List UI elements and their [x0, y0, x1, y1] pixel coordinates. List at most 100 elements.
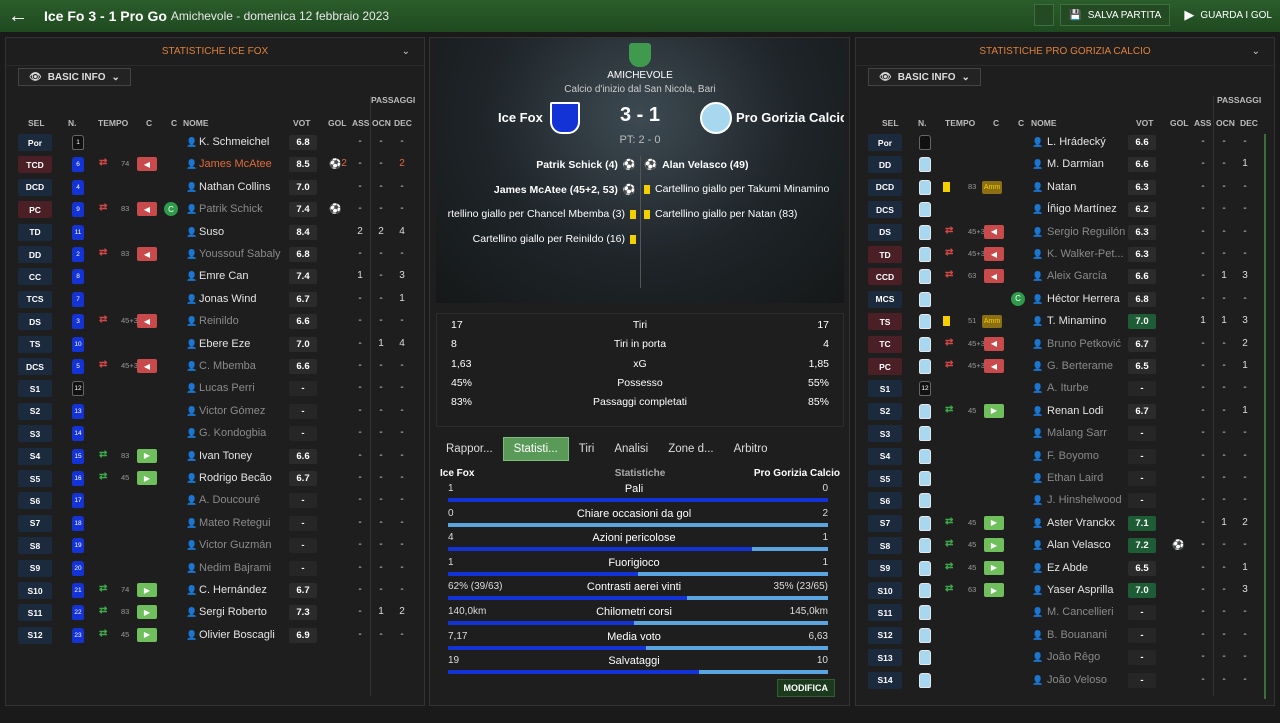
player-row[interactable]: PC 9 ⇄ 83 ◀ C 👤 Patrik Schick 7.4 ⚽ - - -: [6, 199, 424, 221]
player-row[interactable]: TS 51 Amm 👤 T. Minamino 7.0 1 1 3: [856, 311, 1274, 333]
player-row[interactable]: DS 3 ⇄ 45+3 ◀ 👤 Reinildo 6.6 - - -: [6, 311, 424, 333]
player-row[interactable]: MCS C 👤 Héctor Herrera 6.8 - - -: [856, 289, 1274, 311]
sub-out-arrow-icon[interactable]: ◀: [984, 269, 1004, 284]
player-name[interactable]: Alan Velasco: [1047, 539, 1111, 551]
player-row[interactable]: S9 ⇄ 45 ▶ 👤 Ez Abde 6.5 - - 1: [856, 558, 1274, 580]
player-row[interactable]: DCD 4 👤 Nathan Collins 7.0 - - -: [6, 177, 424, 199]
player-name[interactable]: Ebere Eze: [199, 338, 250, 350]
player-row[interactable]: S2 13 👤 Victor Gómez - - - -: [6, 401, 424, 423]
player-row[interactable]: S11 👤 M. Cancellieri - - - -: [856, 602, 1274, 624]
player-row[interactable]: S13 👤 João Rêgo - - - -: [856, 647, 1274, 669]
player-name[interactable]: João Rêgo: [1047, 651, 1100, 663]
sub-in-arrow-icon[interactable]: ▶: [137, 471, 157, 485]
col-c2[interactable]: C: [1018, 118, 1024, 128]
stats-tab[interactable]: Rappor...: [436, 437, 503, 461]
sub-out-arrow-icon[interactable]: ◀: [137, 247, 157, 261]
chevron-down-icon[interactable]: ⌄: [402, 46, 410, 57]
col-vot[interactable]: VOT: [1136, 118, 1153, 128]
chevron-down-icon[interactable]: ⌄: [1252, 46, 1260, 57]
sub-out-arrow-icon[interactable]: ◀: [137, 157, 157, 172]
player-row[interactable]: S10 ⇄ 63 ▶ 👤 Yaser Asprilla 7.0 - - 3: [856, 580, 1274, 602]
col-tempo[interactable]: TEMPO: [945, 118, 975, 128]
player-row[interactable]: DD 👤 M. Darmian 6.6 - - 1: [856, 154, 1274, 176]
sub-in-arrow-icon[interactable]: ▶: [984, 538, 1004, 553]
sub-out-arrow-icon[interactable]: ◀: [984, 359, 1004, 373]
player-row[interactable]: S8 19 👤 Victor Guzmán - - - -: [6, 535, 424, 557]
player-row[interactable]: S5 👤 Ethan Laird - - - -: [856, 468, 1274, 490]
player-row[interactable]: S2 ⇄ 45 ▶ 👤 Renan Lodi 6.7 - - 1: [856, 401, 1274, 423]
player-row[interactable]: TD ⇄ 45+3 ◀ 👤 K. Walker-Pet... 6.3 - - -: [856, 244, 1274, 266]
sub-in-arrow-icon[interactable]: ▶: [984, 560, 1004, 575]
sub-in-arrow-icon[interactable]: ▶: [984, 583, 1004, 597]
sub-in-arrow-icon[interactable]: ▶: [137, 448, 157, 463]
away-team-name[interactable]: Pro Gorizia Calcio: [736, 110, 844, 125]
player-row[interactable]: S12 23 ⇄ 45 ▶ 👤 Olivier Boscagli 6.9 - - -: [6, 625, 424, 647]
player-row[interactable]: S8 ⇄ 45 ▶ 👤 Alan Velasco 7.2 ⚽ - - -: [856, 535, 1274, 557]
col-vot[interactable]: VOT: [293, 118, 310, 128]
player-row[interactable]: S14 👤 João Veloso - - - -: [856, 670, 1274, 692]
sub-out-arrow-icon[interactable]: ◀: [984, 247, 1004, 261]
sub-in-arrow-icon[interactable]: ▶: [984, 515, 1004, 530]
player-row[interactable]: S4 👤 F. Boyomo - - - -: [856, 446, 1274, 468]
player-row[interactable]: DD 2 ⇄ 83 ◀ 👤 Youssouf Sabaly 6.8 - - -: [6, 244, 424, 266]
player-name[interactable]: Lucas Perri: [199, 382, 255, 394]
player-row[interactable]: TC ⇄ 45+3 ◀ 👤 Bruno Petković 6.7 - - 2: [856, 334, 1274, 356]
player-name[interactable]: Rodrigo Becão: [199, 472, 272, 484]
col-gol[interactable]: GOL: [328, 118, 346, 128]
sub-in-arrow-icon[interactable]: ▶: [137, 583, 157, 597]
player-name[interactable]: João Veloso: [1047, 674, 1107, 686]
player-name[interactable]: A. Doucouré: [199, 494, 260, 506]
player-name[interactable]: Sergi Roberto: [199, 606, 267, 618]
player-name[interactable]: Emre Can: [199, 270, 249, 282]
player-name[interactable]: K. Schmeichel: [199, 136, 269, 148]
sub-in-arrow-icon[interactable]: ▶: [137, 627, 157, 642]
sub-in-arrow-icon[interactable]: ▶: [137, 605, 157, 620]
player-name[interactable]: Natan: [1047, 181, 1076, 193]
player-name[interactable]: Suso: [199, 226, 224, 238]
player-name[interactable]: James McAtee: [199, 158, 272, 170]
player-row[interactable]: S6 17 👤 A. Doucouré - - - -: [6, 490, 424, 512]
player-row[interactable]: S12 👤 B. Bouanani - - - -: [856, 625, 1274, 647]
player-name[interactable]: Ivan Toney: [199, 450, 252, 462]
player-name[interactable]: Sergio Reguilón: [1047, 226, 1125, 238]
player-name[interactable]: F. Boyomo: [1047, 450, 1099, 462]
player-name[interactable]: Aleix García: [1047, 270, 1107, 282]
options-button[interactable]: [1034, 4, 1055, 26]
col-sel[interactable]: SEL: [28, 118, 45, 128]
player-row[interactable]: TCS 7 👤 Jonas Wind 6.7 - - 1: [6, 289, 424, 311]
player-name[interactable]: Ethan Laird: [1047, 472, 1103, 484]
player-row[interactable]: S1 12 👤 Lucas Perri - - - -: [6, 378, 424, 400]
col-ass[interactable]: ASS: [352, 118, 369, 128]
save-match-button[interactable]: 💾 SALVA PARTITA: [1060, 4, 1171, 26]
player-name[interactable]: Reinildo: [199, 315, 239, 327]
player-row[interactable]: S6 👤 J. Hinshelwood - - - -: [856, 490, 1274, 512]
player-name[interactable]: Jonas Wind: [199, 293, 256, 305]
basic-info-dropdown[interactable]: 👁 BASIC INFO ⌄: [18, 68, 131, 86]
watch-goals-button[interactable]: ▶ GUARDA I GOL: [1176, 4, 1280, 26]
basic-info-dropdown[interactable]: 👁 BASIC INFO ⌄: [868, 68, 981, 86]
sub-out-arrow-icon[interactable]: ◀: [984, 224, 1004, 239]
col-sel[interactable]: SEL: [882, 118, 899, 128]
player-name[interactable]: G. Kondogbia: [199, 427, 266, 439]
back-arrow-icon[interactable]: ←: [0, 0, 36, 32]
col-ocn[interactable]: OCN: [1216, 118, 1235, 128]
player-row[interactable]: DCS 👤 Íñigo Martínez 6.2 - - -: [856, 199, 1274, 221]
player-row[interactable]: DCD 83 Amm 👤 Natan 6.3 - - -: [856, 177, 1274, 199]
player-name[interactable]: Nathan Collins: [199, 181, 271, 193]
player-name[interactable]: Nedim Bajrami: [199, 562, 271, 574]
player-row[interactable]: S7 ⇄ 45 ▶ 👤 Aster Vranckx 7.1 - 1 2: [856, 513, 1274, 535]
player-name[interactable]: Yaser Asprilla: [1047, 584, 1113, 596]
player-row[interactable]: S3 👤 Malang Sarr - - - -: [856, 423, 1274, 445]
player-row[interactable]: CCD ⇄ 63 ◀ 👤 Aleix García 6.6 - 1 3: [856, 266, 1274, 288]
player-name[interactable]: M. Cancellieri: [1047, 606, 1114, 618]
player-name[interactable]: Malang Sarr: [1047, 427, 1107, 439]
col-ocn[interactable]: OCN: [372, 118, 391, 128]
player-name[interactable]: C. Hernández: [199, 584, 267, 596]
stats-tab[interactable]: Analisi: [604, 437, 658, 461]
player-row[interactable]: PC ⇄ 45+3 ◀ 👤 G. Berterame 6.5 - - 1: [856, 356, 1274, 378]
col-tempo[interactable]: TEMPO: [98, 118, 128, 128]
player-row[interactable]: CC 8 👤 Emre Can 7.4 1 - 3: [6, 266, 424, 288]
col-c1[interactable]: C: [146, 118, 152, 128]
player-name[interactable]: C. Mbemba: [199, 360, 256, 372]
player-name[interactable]: Patrik Schick: [199, 203, 263, 215]
